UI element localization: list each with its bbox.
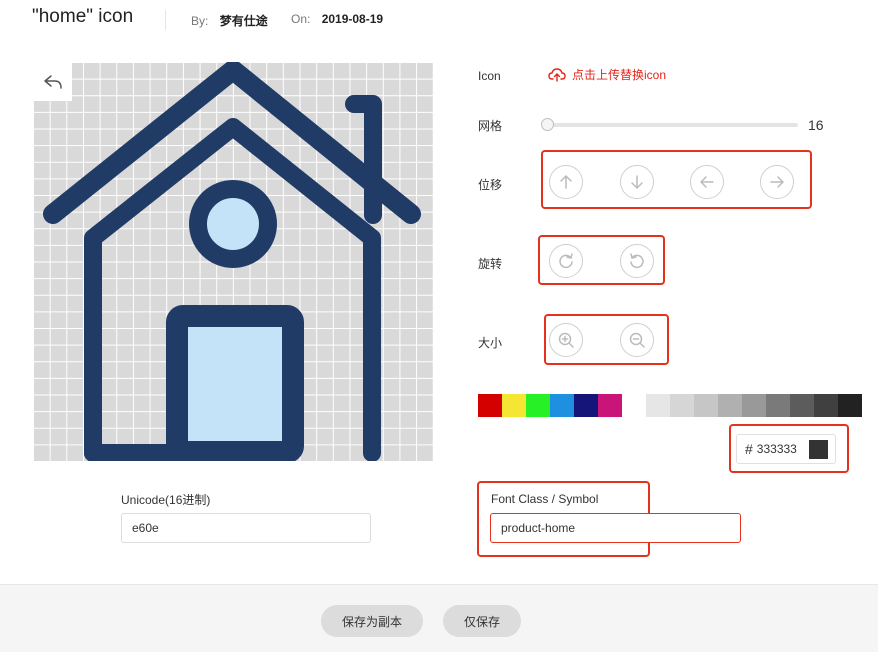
move-label: 位移 [478, 178, 503, 192]
author-name: 梦有仕途 [219, 14, 268, 28]
grid-slider-track[interactable] [548, 123, 798, 127]
color-swatch[interactable] [574, 394, 598, 417]
rotate-clockwise-button[interactable] [549, 244, 583, 278]
color-swatch[interactable] [838, 394, 862, 417]
arrow-down-icon [631, 175, 643, 189]
icon-label: Icon [478, 69, 501, 83]
rotate-clockwise-icon [559, 253, 573, 269]
color-swatch[interactable] [550, 394, 574, 417]
save-only-button[interactable]: 仅保存 [443, 605, 521, 637]
color-swatch[interactable] [694, 394, 718, 417]
date-meta: On: 2019-08-19 [291, 12, 383, 26]
undo-button[interactable] [33, 62, 72, 101]
grid-label: 网格 [478, 119, 503, 133]
color-swatch[interactable] [598, 394, 622, 417]
color-swatch[interactable] [478, 394, 502, 417]
grid-slider-handle[interactable] [541, 118, 554, 131]
color-hex-value: 333333 [756, 442, 797, 456]
unicode-label: Unicode(16进制) [121, 493, 211, 507]
footer-bar [0, 585, 878, 652]
zoom-out-button[interactable] [620, 323, 654, 357]
zoom-in-icon [558, 332, 574, 348]
rotate-label: 旋转 [478, 257, 503, 271]
size-label: 大小 [478, 336, 503, 350]
header-divider [165, 10, 166, 30]
color-swatch[interactable] [622, 394, 646, 417]
grid-value: 16 [808, 117, 824, 133]
color-swatch[interactable] [670, 394, 694, 417]
move-down-button[interactable] [620, 165, 654, 199]
color-swatch[interactable] [646, 394, 670, 417]
upload-icon-button[interactable]: 点击上传替换icon [548, 66, 666, 83]
arrow-up-icon [560, 175, 572, 189]
arrow-left-icon [700, 176, 714, 188]
arrow-right-icon [770, 176, 784, 188]
zoom-in-button[interactable] [549, 323, 583, 357]
color-palette [478, 394, 862, 417]
zoom-out-icon [629, 332, 645, 348]
rotate-counterclockwise-icon [630, 253, 644, 269]
hash-symbol: # [745, 441, 753, 457]
date-value: 2019-08-19 [321, 12, 384, 26]
page-title: "home" icon [32, 6, 134, 27]
author-meta: By: 梦有仕途 [191, 12, 268, 29]
move-left-button[interactable] [690, 165, 724, 199]
by-label: By: [191, 14, 209, 28]
home-icon [43, 62, 421, 461]
color-swatch[interactable] [502, 394, 526, 417]
color-swatch[interactable] [526, 394, 550, 417]
color-swatch[interactable] [766, 394, 790, 417]
move-up-button[interactable] [549, 165, 583, 199]
color-swatch[interactable] [814, 394, 838, 417]
font-class-label: Font Class / Symbol [491, 492, 599, 506]
color-swatch[interactable] [742, 394, 766, 417]
cloud-upload-icon [548, 67, 566, 82]
unicode-input[interactable] [121, 513, 371, 543]
font-class-input[interactable] [490, 513, 741, 543]
move-right-button[interactable] [760, 165, 794, 199]
selected-color-swatch[interactable] [809, 440, 828, 459]
color-hex-input[interactable]: # 333333 [736, 434, 836, 464]
color-swatch[interactable] [718, 394, 742, 417]
rotate-counterclockwise-button[interactable] [620, 244, 654, 278]
upload-label: 点击上传替换icon [572, 68, 667, 82]
color-swatch[interactable] [790, 394, 814, 417]
on-label: On: [291, 12, 311, 26]
save-as-copy-button[interactable]: 保存为副本 [321, 605, 423, 637]
undo-icon [43, 74, 62, 89]
